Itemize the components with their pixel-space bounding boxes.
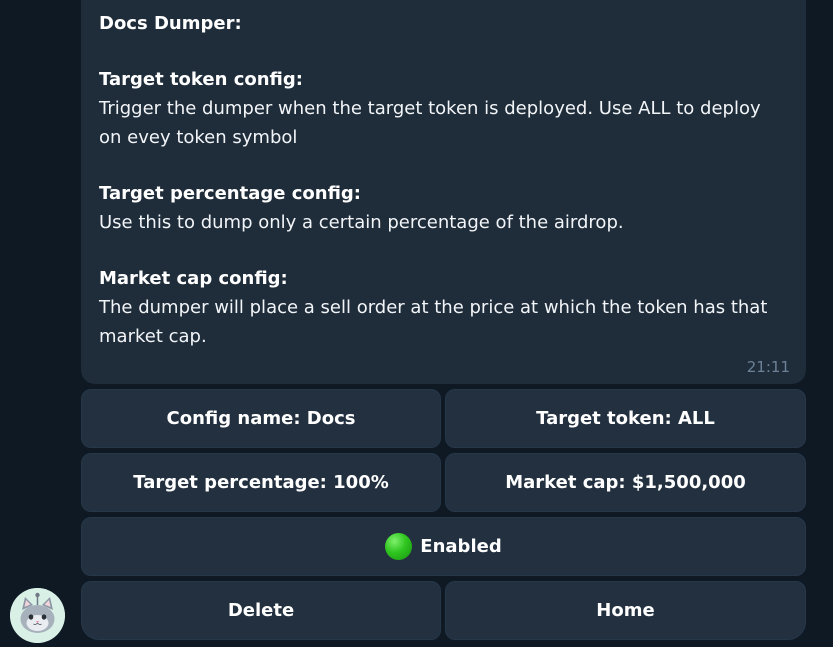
section-heading: Target token config: <box>99 69 303 90</box>
home-button[interactable]: Home <box>445 581 806 640</box>
green-circle-icon <box>385 533 413 560</box>
config-name-label: Config name: Docs <box>166 408 356 429</box>
delete-label: Delete <box>227 600 295 621</box>
config-name-button[interactable]: Config name: Docs <box>81 389 441 448</box>
cat-avatar-icon <box>10 588 65 643</box>
message-title: Docs Dumper: <box>99 13 242 34</box>
section-target-token: Target token config: Trigger the dumper … <box>99 66 788 152</box>
market-cap-button[interactable]: Market cap: $1,500,000 <box>445 453 806 512</box>
enabled-content: Enabled <box>385 533 502 560</box>
message-timestamp: 21:11 <box>746 358 790 376</box>
section-heading: Target percentage config: <box>99 183 361 204</box>
section-body: Trigger the dumper when the target token… <box>99 98 761 148</box>
target-token-button[interactable]: Target token: ALL <box>445 389 806 448</box>
section-heading: Market cap config: <box>99 268 288 289</box>
bot-message-bubble: Docs Dumper: Target token config: Trigge… <box>81 0 806 384</box>
target-token-label: Target token: ALL <box>536 408 715 429</box>
section-body: Use this to dump only a certain percenta… <box>99 212 624 233</box>
bot-avatar[interactable] <box>10 588 65 643</box>
section-body: The dumper will place a sell order at th… <box>99 297 768 347</box>
chat-view: Docs Dumper: Target token config: Trigge… <box>0 0 833 647</box>
delete-button[interactable]: Delete <box>81 581 441 640</box>
enabled-label: Enabled <box>420 536 502 557</box>
market-cap-label: Market cap: $1,500,000 <box>505 472 746 493</box>
target-percentage-button[interactable]: Target percentage: 100% <box>81 453 441 512</box>
section-target-percentage: Target percentage config: Use this to du… <box>99 180 788 237</box>
target-percentage-label: Target percentage: 100% <box>133 472 389 493</box>
home-label: Home <box>596 600 655 621</box>
section-market-cap: Market cap config: The dumper will place… <box>99 265 788 351</box>
enabled-toggle-button[interactable]: Enabled <box>81 517 806 576</box>
